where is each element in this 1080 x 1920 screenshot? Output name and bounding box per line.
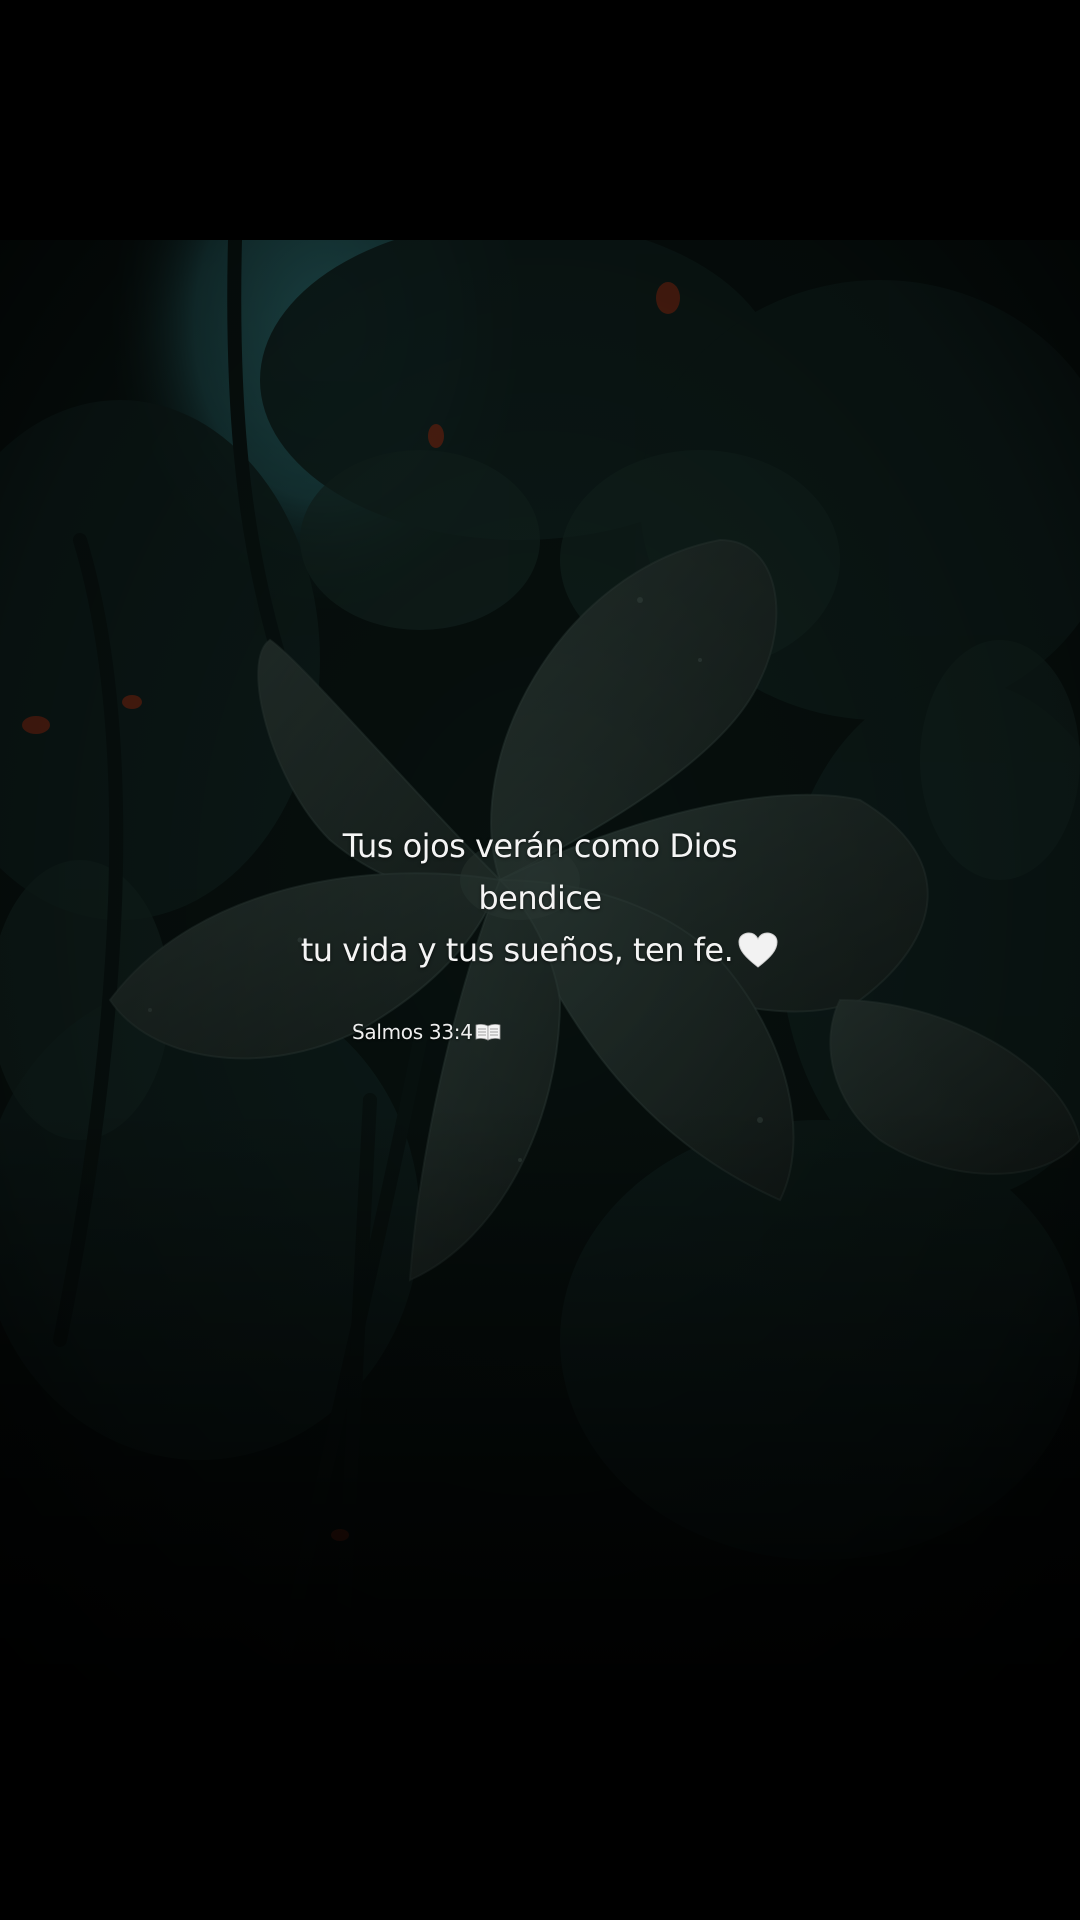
quote-line-1: Tus ojos verán como Dios bbox=[342, 827, 738, 865]
quote-caption: Tus ojos verán como Dios bendice tu vida… bbox=[0, 820, 1080, 976]
quote-line-3: tu vida y tus sueños, ten fe. bbox=[0, 924, 1080, 976]
video-frame: Tus ojos verán como Dios bendice tu vida… bbox=[0, 0, 1080, 1920]
white-heart-icon bbox=[738, 932, 778, 968]
quote-line-3-text: tu vida y tus sueños, ten fe. bbox=[300, 931, 734, 969]
open-book-icon bbox=[475, 1023, 501, 1041]
verse-reference: Salmos 33:4 bbox=[352, 1020, 501, 1044]
quote-line-2: bendice bbox=[478, 879, 602, 917]
verse-reference-text: Salmos 33:4 bbox=[352, 1020, 473, 1044]
